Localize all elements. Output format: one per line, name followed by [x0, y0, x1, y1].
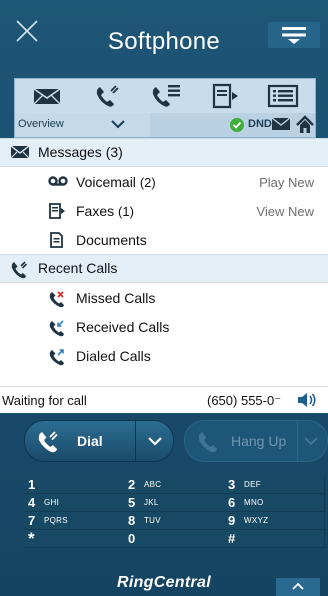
call-status-text: Waiting for call: [2, 393, 87, 408]
hang-up-icon: [198, 432, 217, 453]
missed-calls-label: Missed Calls: [76, 290, 156, 306]
content-panel: Messages (3) Voicemail (2) Play New Faxe…: [0, 138, 328, 386]
key-star[interactable]: *: [24, 529, 125, 548]
document-icon: [50, 232, 63, 248]
home-icon[interactable]: [295, 115, 315, 135]
play-new-link[interactable]: Play New: [259, 175, 314, 190]
chevron-up-icon: [292, 582, 304, 590]
speaker-icon[interactable]: [296, 392, 318, 408]
fax-icon[interactable]: [205, 82, 245, 110]
list-item-voicemail[interactable]: Voicemail (2) Play New: [0, 167, 328, 196]
voicemail-label: Voicemail (2): [76, 174, 156, 190]
phone-list-icon[interactable]: [147, 82, 187, 110]
dialed-calls-label: Dialed Calls: [76, 348, 151, 364]
list-item-missed-calls[interactable]: Missed Calls: [0, 283, 328, 312]
envelope-icon[interactable]: [27, 82, 67, 110]
dial-keypad: 1 2 ABC 3 DEF 4 GHI 5 JKL 6 MNO 7 PQRS 8 TUV 9W…: [24, 476, 325, 568]
list-item-received-calls[interactable]: Received Calls: [0, 312, 328, 341]
faxes-label: Faxes (1): [76, 203, 134, 219]
divider: [135, 421, 136, 461]
chevron-down-icon[interactable]: [303, 436, 319, 446]
menu-button[interactable]: [268, 22, 320, 48]
list-icon[interactable]: [263, 82, 303, 110]
hamburger-menu-icon: [282, 27, 306, 44]
check-icon: [230, 118, 244, 132]
hang-up-label: Hang Up: [231, 433, 287, 449]
dial-button[interactable]: Dial: [24, 420, 174, 462]
collapse-button[interactable]: [276, 578, 320, 596]
messages-section-header[interactable]: Messages (3): [0, 138, 328, 167]
key-8[interactable]: 8 TUV: [124, 512, 225, 530]
list-item-dialed-calls[interactable]: Dialed Calls: [0, 341, 328, 370]
dialed-call-icon: [49, 349, 64, 366]
dnd-label: DND: [248, 118, 272, 130]
recent-calls-section-header[interactable]: Recent Calls: [0, 254, 328, 283]
hang-up-button[interactable]: Hang Up: [184, 420, 328, 462]
divider: [297, 421, 298, 461]
chevron-down-icon[interactable]: [147, 436, 163, 446]
phone-icon[interactable]: [87, 82, 127, 110]
title-bar: Softphone: [0, 0, 328, 78]
list-item-documents[interactable]: Documents: [0, 225, 328, 254]
key-4[interactable]: 4 GHI: [24, 494, 125, 512]
phone-icon: [11, 261, 28, 279]
fax-icon: [49, 203, 65, 219]
key-1[interactable]: 1: [24, 476, 125, 494]
envelope-icon: [10, 145, 30, 159]
view-new-link[interactable]: View New: [256, 204, 314, 219]
view-selector[interactable]: Overview: [15, 113, 150, 137]
key-9[interactable]: 9 WXYZ: [224, 512, 325, 530]
main-toolbar: [14, 78, 316, 114]
list-item-faxes[interactable]: Faxes (1) View New: [0, 196, 328, 225]
key-6[interactable]: 6 MNO: [224, 494, 325, 512]
dial-label: Dial: [77, 433, 103, 449]
key-0[interactable]: 0: [124, 530, 225, 548]
chevron-down-icon: [111, 120, 125, 129]
missed-call-icon: [49, 291, 64, 308]
phone-icon: [38, 431, 58, 453]
phone-number-display: (650) 555-0⁻: [207, 393, 282, 408]
key-2[interactable]: 2 ABC: [124, 476, 225, 494]
key-7[interactable]: 7 PQRS: [24, 512, 125, 530]
documents-label: Documents: [76, 232, 147, 248]
softphone-window: Softphone Overview DND Messages (3) Voic…: [0, 0, 328, 596]
nav-strip: Overview DND: [14, 113, 316, 138]
voicemail-icon: [48, 176, 68, 186]
call-status-bar: Waiting for call (650) 555-0⁻: [0, 386, 328, 413]
received-call-icon: [49, 320, 64, 337]
envelope-icon[interactable]: [271, 117, 293, 133]
key-3[interactable]: 3 DEF: [224, 476, 325, 494]
recent-calls-title: Recent Calls: [38, 260, 118, 276]
key-5[interactable]: 5 JKL: [124, 494, 225, 512]
received-calls-label: Received Calls: [76, 319, 170, 335]
view-selector-label: Overview: [18, 118, 64, 130]
messages-title: Messages (3): [38, 144, 123, 160]
key-hash[interactable]: #: [224, 530, 325, 548]
